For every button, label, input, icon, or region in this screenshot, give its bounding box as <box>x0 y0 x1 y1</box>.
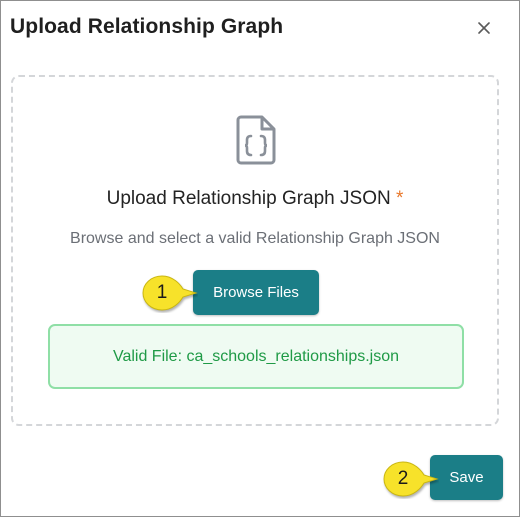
browse-files-button[interactable]: Browse Files <box>193 270 319 315</box>
close-button[interactable] <box>473 17 495 39</box>
callout-number: 1 <box>156 282 168 303</box>
upload-heading-text: Upload Relationship Graph JSON <box>106 188 391 209</box>
required-marker: * <box>395 188 404 209</box>
upload-heading: Upload Relationship Graph JSON * <box>1 188 509 210</box>
save-button[interactable]: Save <box>430 455 503 500</box>
upload-subtext: Browse and select a valid Relationship G… <box>70 230 440 247</box>
step-callout-1: 1 <box>140 273 198 313</box>
callout-number: 2 <box>397 468 409 489</box>
upload-dialog: Upload Relationship Graph Upload Relatio… <box>0 0 520 517</box>
step-callout-2: 2 <box>381 459 439 499</box>
dialog-title: Upload Relationship Graph <box>10 15 284 38</box>
close-icon <box>478 22 490 34</box>
valid-file-status: Valid File: ca_schools_relationships.jso… <box>48 324 464 389</box>
json-file-icon <box>236 115 276 165</box>
